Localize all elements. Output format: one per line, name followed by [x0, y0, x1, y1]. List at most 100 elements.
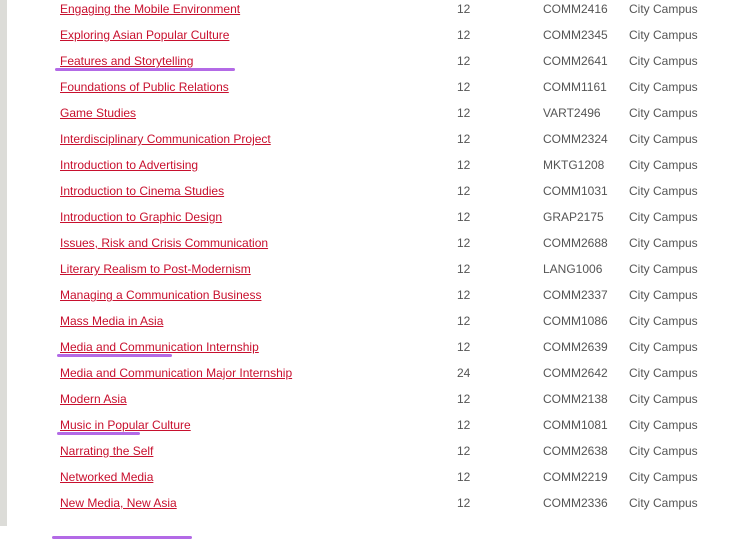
course-title-link[interactable]: New Media, New Asia — [60, 496, 177, 510]
course-code: COMM2324 — [543, 132, 608, 146]
course-title-link[interactable]: Networked Media — [60, 470, 153, 484]
course-title-link[interactable]: Game Studies — [60, 106, 136, 120]
campus: City Campus — [629, 54, 698, 68]
course-code: COMM2219 — [543, 470, 608, 484]
course-title-link[interactable]: Interdisciplinary Communication Project — [60, 132, 271, 146]
credit-points: 12 — [457, 340, 471, 354]
campus: City Campus — [629, 158, 698, 172]
campus: City Campus — [629, 236, 698, 250]
campus: City Campus — [629, 496, 698, 510]
credit-points: 12 — [457, 236, 471, 250]
credit-points: 12 — [457, 418, 471, 432]
course-code: GRAP2175 — [543, 210, 604, 224]
course-title-link[interactable]: Managing a Communication Business — [60, 288, 261, 302]
highlight-underline — [57, 432, 140, 435]
table-row: Managing a Communication Business 12 COMM2… — [0, 284, 748, 310]
credit-points: 12 — [457, 288, 471, 302]
table-row: Foundations of Public Relations 12 COMM116… — [0, 76, 748, 102]
credit-points: 12 — [457, 470, 471, 484]
course-code: COMM1031 — [543, 184, 608, 198]
course-title-link[interactable]: Introduction to Cinema Studies — [60, 184, 224, 198]
course-code: LANG1006 — [543, 262, 603, 276]
course-title-link[interactable]: Exploring Asian Popular Culture — [60, 28, 229, 42]
table-row: Exploring Asian Popular Culture 12 COMM234… — [0, 24, 748, 50]
credit-points: 12 — [457, 262, 471, 276]
campus: City Campus — [629, 28, 698, 42]
highlight-underline — [57, 354, 172, 357]
campus: City Campus — [629, 288, 698, 302]
credit-points: 12 — [457, 106, 471, 120]
course-title-link[interactable]: Engaging the Mobile Environment — [60, 2, 240, 16]
credit-points: 12 — [457, 54, 471, 68]
course-title-link[interactable]: Literary Realism to Post-Modernism — [60, 262, 251, 276]
credit-points: 12 — [457, 132, 471, 146]
table-row: Networked Media 12 COMM2219 City Campus — [0, 466, 748, 492]
credit-points: 12 — [457, 496, 471, 510]
credit-points: 12 — [457, 80, 471, 94]
course-code: COMM2345 — [543, 28, 608, 42]
course-code: COMM1081 — [543, 418, 608, 432]
course-title-link[interactable]: Modern Asia — [60, 392, 127, 406]
credit-points: 12 — [457, 28, 471, 42]
credit-points: 12 — [457, 2, 471, 16]
table-row: Modern Asia 12 COMM2138 City Campus — [0, 388, 748, 414]
table-row: Issues, Risk and Crisis Communication 12 C… — [0, 232, 748, 258]
table-row: Introduction to Graphic Design 12 GRAP2175… — [0, 206, 748, 232]
credit-points: 12 — [457, 184, 471, 198]
course-code: COMM2416 — [543, 2, 608, 16]
table-row: Literary Realism to Post-Modernism 12 LANG… — [0, 258, 748, 284]
credit-points: 12 — [457, 444, 471, 458]
highlight-underline — [55, 68, 235, 71]
table-row: Music in Popular Culture 12 COMM1081 City C… — [0, 414, 748, 440]
course-code: COMM2337 — [543, 288, 608, 302]
table-row: Engaging the Mobile Environment 12 COMM241… — [0, 0, 748, 24]
table-row: Introduction to Advertising 12 MKTG1208 Cit… — [0, 154, 748, 180]
credit-points: 12 — [457, 210, 471, 224]
credit-points: 12 — [457, 314, 471, 328]
table-row: Features and Storytelling 12 COMM2641 City … — [0, 50, 748, 76]
course-title-link[interactable]: Narrating the Self — [60, 444, 153, 458]
campus: City Campus — [629, 418, 698, 432]
course-title-link[interactable]: Features and Storytelling — [60, 54, 193, 68]
credit-points: 24 — [457, 366, 471, 380]
campus: City Campus — [629, 392, 698, 406]
table-row: Media and Communication Major Internship… — [0, 362, 748, 388]
campus: City Campus — [629, 340, 698, 354]
table-row: Narrating the Self 12 COMM2638 City Campus — [0, 440, 748, 466]
campus: City Campus — [629, 210, 698, 224]
course-code: COMM2688 — [543, 236, 608, 250]
course-title-link[interactable]: Media and Communication Internship — [60, 340, 259, 354]
campus: City Campus — [629, 366, 698, 380]
course-code: COMM2642 — [543, 366, 608, 380]
course-code: COMM1161 — [543, 80, 607, 94]
table-row: Mass Media in Asia 12 COMM1086 City Campus — [0, 310, 748, 336]
course-code: COMM1086 — [543, 314, 608, 328]
course-title-link[interactable]: Mass Media in Asia — [60, 314, 163, 328]
course-title-link[interactable]: Foundations of Public Relations — [60, 80, 229, 94]
course-code: VART2496 — [543, 106, 601, 120]
credit-points: 12 — [457, 392, 471, 406]
campus: City Campus — [629, 132, 698, 146]
campus: City Campus — [629, 444, 698, 458]
table-row: Introduction to Cinema Studies 12 COMM1031… — [0, 180, 748, 206]
campus: City Campus — [629, 184, 698, 198]
table-row: Game Studies 12 VART2496 City Campus — [0, 102, 748, 128]
table-row: New Media, New Asia 12 COMM2336 City Campus — [0, 492, 748, 518]
course-title-link[interactable]: Music in Popular Culture — [60, 418, 191, 432]
campus: City Campus — [629, 80, 698, 94]
credit-points: 12 — [457, 158, 471, 172]
course-code: MKTG1208 — [543, 158, 605, 172]
table-row: Media and Communication Internship 12 COMM… — [0, 336, 748, 362]
course-code: COMM2639 — [543, 340, 608, 354]
course-code: COMM2138 — [543, 392, 608, 406]
campus: City Campus — [629, 262, 698, 276]
course-title-link[interactable]: Issues, Risk and Crisis Communication — [60, 236, 268, 250]
campus: City Campus — [629, 2, 698, 16]
course-title-link[interactable]: Introduction to Advertising — [60, 158, 198, 172]
course-code: COMM2336 — [543, 496, 608, 510]
course-title-link[interactable]: Introduction to Graphic Design — [60, 210, 222, 224]
course-code: COMM2641 — [543, 54, 608, 68]
course-title-link[interactable]: Media and Communication Major Internship — [60, 366, 292, 380]
table-row: Interdisciplinary Communication Project 1… — [0, 128, 748, 154]
campus: City Campus — [629, 470, 698, 484]
